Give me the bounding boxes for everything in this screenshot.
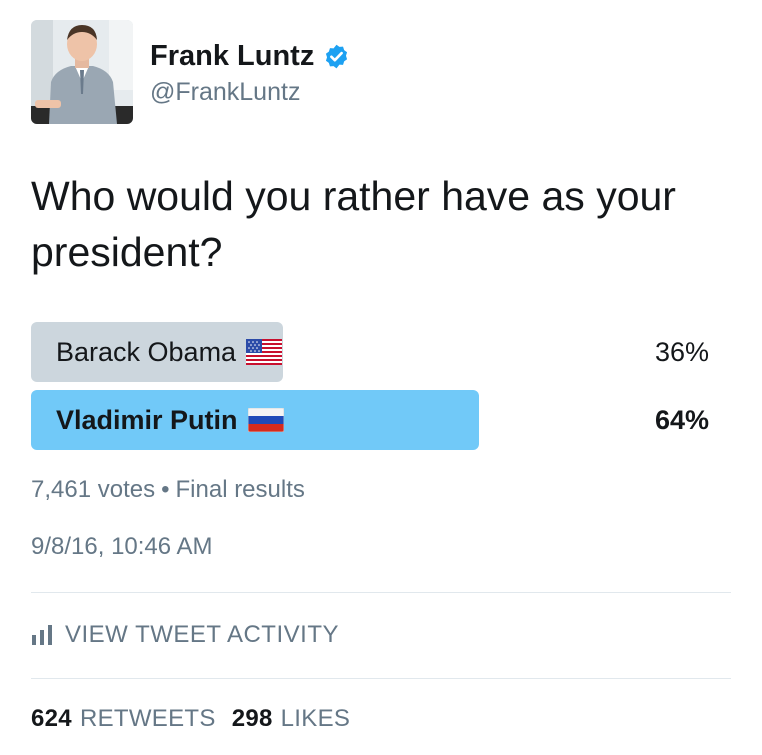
verified-badge-icon	[326, 44, 348, 68]
poll-option-text: Barack Obama	[56, 336, 237, 367]
poll-summary: 7,461 votes • Final results	[31, 476, 305, 504]
poll-option-label: Barack Obama	[56, 322, 283, 382]
poll-status: Final results	[175, 476, 305, 503]
poll-option-label: Vladimir Putin	[56, 390, 284, 450]
tweet-text: Who would you rather have as your presid…	[31, 168, 731, 280]
retweets-number: 624	[31, 705, 72, 732]
us-flag-icon	[246, 339, 283, 365]
poll-vote-count: 7,461 votes	[31, 476, 156, 503]
activity-label: VIEW TWEET ACTIVITY	[65, 621, 339, 648]
tweet-author: Frank Luntz @FrankLuntz	[150, 38, 350, 107]
tweet-text-line: president?	[31, 229, 223, 275]
russia-flag-icon	[247, 408, 284, 432]
divider	[31, 678, 731, 679]
tweet-text-line: Who would you rather have as your	[31, 173, 676, 219]
poll-option-vladimir-putin: Vladimir Putin 64%	[31, 390, 721, 450]
separator-dot: •	[161, 476, 170, 503]
poll-option-barack-obama: Barack Obama 36%	[31, 322, 721, 382]
poll-option-percent: 36%	[654, 336, 709, 367]
engagement-counts: 624 RETWEETS 298 LIKES	[31, 705, 350, 733]
profile-avatar[interactable]	[31, 20, 133, 124]
tweet-timestamp[interactable]: 9/8/16, 10:46 AM	[31, 533, 212, 561]
likes-number: 298	[231, 705, 273, 732]
poll-option-percent: 64%	[654, 404, 709, 435]
view-tweet-activity-link[interactable]: VIEW TWEET ACTIVITY	[31, 619, 339, 651]
author-display-name[interactable]: Frank Luntz	[150, 40, 314, 73]
divider	[31, 592, 731, 593]
likes-label: LIKES	[280, 705, 351, 732]
avatar-photo	[31, 20, 133, 124]
likes-count[interactable]: 298 LIKES	[232, 705, 351, 733]
poll-option-text: Vladimir Putin	[56, 404, 238, 435]
retweets-label: RETWEETS	[79, 705, 216, 732]
retweets-count[interactable]: 624 RETWEETS	[31, 705, 216, 733]
bar-chart-icon	[32, 625, 52, 645]
author-handle[interactable]: @FrankLuntz	[150, 78, 350, 107]
